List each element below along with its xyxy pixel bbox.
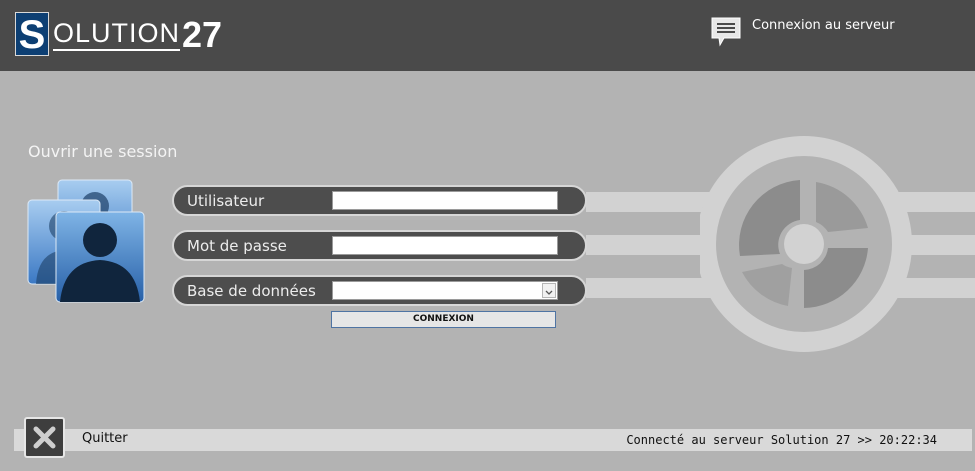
- database-label: Base de données: [187, 282, 316, 300]
- header-bar: S OLUTION 27 Connexion au serveur: [0, 0, 975, 71]
- password-input[interactable]: [332, 236, 558, 255]
- database-dropdown-button[interactable]: [542, 283, 556, 298]
- logo-text: OLUTION: [53, 18, 181, 51]
- chat-list-icon: [711, 17, 741, 47]
- chevron-down-icon: [545, 290, 553, 295]
- solution27-emblem: [700, 136, 912, 352]
- username-input[interactable]: [332, 191, 558, 210]
- username-row: Utilisateur: [172, 185, 587, 216]
- logo-letter: S: [15, 12, 49, 57]
- connection-status: Connecté au serveur Solution 27 >> 20:22…: [626, 433, 937, 447]
- quit-button[interactable]: [24, 417, 65, 458]
- users-icon: [27, 179, 145, 303]
- username-label: Utilisateur: [187, 192, 265, 210]
- server-connection-link[interactable]: Connexion au serveur: [710, 16, 895, 48]
- session-title: Ouvrir une session: [28, 142, 178, 161]
- database-select[interactable]: [332, 281, 558, 300]
- database-row: Base de données: [172, 275, 587, 306]
- quit-label[interactable]: Quitter: [82, 431, 128, 447]
- password-label: Mot de passe: [187, 237, 287, 255]
- logo-number: 27: [182, 14, 223, 55]
- password-row: Mot de passe: [172, 230, 587, 261]
- server-connection-label: Connexion au serveur: [752, 18, 895, 33]
- close-icon: [33, 426, 56, 449]
- connect-button[interactable]: CONNEXION: [331, 311, 556, 328]
